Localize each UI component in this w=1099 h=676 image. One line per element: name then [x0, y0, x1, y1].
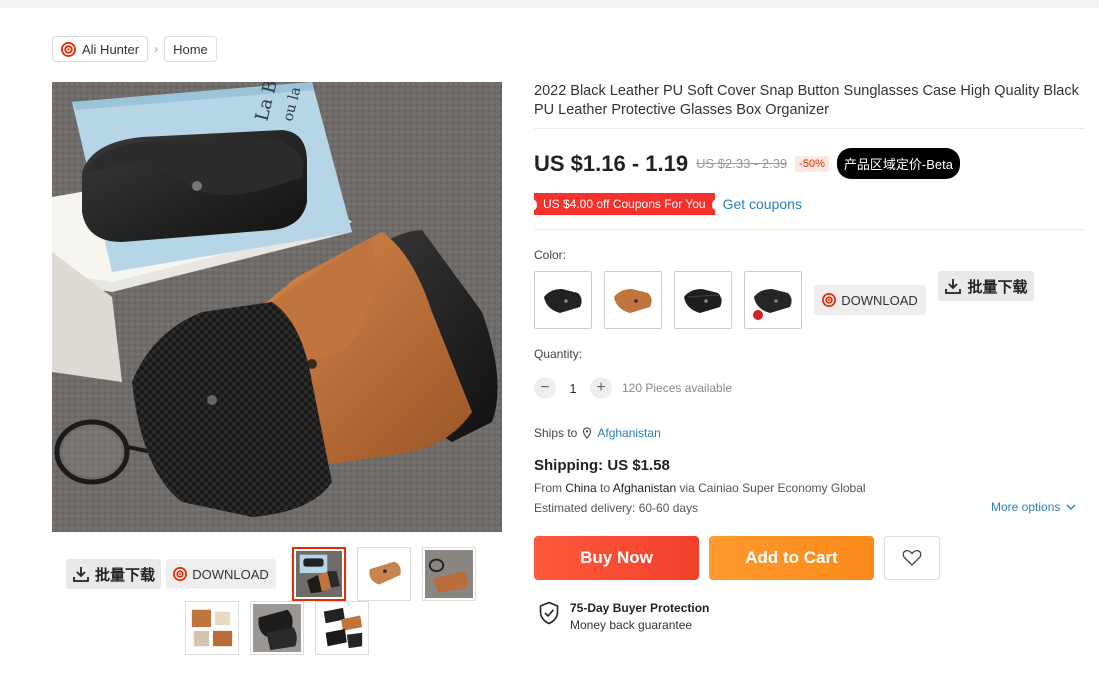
breadcrumb-ali-hunter[interactable]: Ali Hunter: [52, 36, 149, 62]
heart-icon: [902, 549, 922, 566]
bulk-download-label: 批量下载: [94, 566, 155, 584]
ali-hunter-logo-icon: [822, 293, 837, 307]
color-label: Color:: [534, 248, 567, 262]
breadcrumb-home[interactable]: Home: [164, 36, 217, 62]
ali-hunter-logo-icon: [173, 567, 188, 581]
thumbnail-image: [253, 604, 301, 652]
thumbnail-6[interactable]: [315, 601, 369, 655]
download-icon: [73, 567, 89, 582]
more-options-label: More options: [991, 500, 1061, 514]
download-label: DOWNLOAD: [192, 566, 269, 582]
quantity-stepper: − 1 + 120 Pieces available: [534, 377, 732, 399]
route-from-label: From: [534, 481, 562, 495]
route-to: Afghanistan: [612, 481, 677, 495]
ships-to: Ships to Afghanistan: [534, 426, 661, 440]
download-label: DOWNLOAD: [841, 292, 918, 308]
product-title: 2022 Black Leather PU Soft Cover Snap Bu…: [534, 83, 1079, 118]
download-icon: [945, 279, 962, 294]
quantity-decrease-button[interactable]: −: [534, 377, 556, 399]
divider: [534, 229, 1084, 230]
buyer-protection-subtitle: Money back guarantee: [570, 618, 693, 632]
main-product-image[interactable]: La Boxe ou la Vie: [52, 82, 502, 532]
route-from: China: [565, 481, 597, 495]
discount-badge: -50%: [795, 155, 829, 172]
coupon-tag: US $4.00 off Coupons For You: [531, 193, 718, 215]
product-photo: La Boxe ou la Vie: [52, 82, 502, 532]
thumbnail-image: [318, 604, 366, 652]
swatch-image: [544, 289, 582, 313]
price: US $1.16 - 1.19: [534, 150, 689, 176]
chevron-down-icon: [1066, 504, 1076, 510]
thumbnail-image: [360, 550, 408, 598]
shield-check-icon: [539, 601, 559, 625]
breadcrumb: Ali Hunter › Home: [52, 36, 217, 62]
regional-pricing-beta-badge[interactable]: 产品区域定价-Beta: [836, 148, 960, 179]
route-to-label: to: [600, 481, 611, 495]
shipping-route: From China to Afghanistan via Cainiao Su…: [534, 481, 866, 495]
color-swatch-black[interactable]: [534, 271, 592, 329]
price-row: US $1.16 - 1.19 US $2.33 - 2.39 -50% 产品区…: [534, 148, 960, 179]
color-swatch-black-carbon[interactable]: [674, 271, 732, 329]
swatch-image: [614, 289, 652, 313]
ali-hunter-logo-icon: [61, 41, 76, 57]
quantity-label: Quantity:: [534, 347, 583, 361]
bulk-download-button[interactable]: 批量下载: [66, 559, 161, 589]
original-price: US $2.33 - 2.39: [696, 156, 788, 171]
breadcrumb-label: Home: [173, 41, 208, 57]
thumbnail-3[interactable]: [422, 547, 476, 601]
location-pin-icon: [583, 427, 592, 439]
buyer-protection: 75-Day Buyer Protection Money back guara…: [538, 601, 709, 632]
swatch-image: [684, 289, 722, 313]
thumbnail-image: [425, 550, 473, 598]
wishlist-button[interactable]: [884, 536, 940, 580]
download-button[interactable]: DOWNLOAD: [814, 285, 926, 315]
top-strip: [0, 0, 1099, 8]
ships-to-country-link[interactable]: Afghanistan: [597, 426, 660, 440]
color-swatch-black-red[interactable]: [744, 271, 802, 329]
quantity-available: 120 Pieces available: [622, 381, 733, 395]
more-options-link[interactable]: More options: [991, 500, 1076, 514]
color-swatch-brown[interactable]: [604, 271, 662, 329]
thumbnail-4[interactable]: [185, 601, 239, 655]
estimated-delivery: Estimated delivery: 60-60 days: [534, 501, 699, 515]
download-button[interactable]: DOWNLOAD: [166, 559, 276, 589]
thumbnail-image: [296, 551, 342, 597]
buy-now-button[interactable]: Buy Now: [534, 536, 699, 580]
breadcrumb-label: Ali Hunter: [82, 41, 140, 57]
breadcrumb-separator: ›: [154, 42, 159, 56]
swatch-image: [753, 289, 792, 320]
quantity-value[interactable]: 1: [556, 381, 590, 396]
get-coupons-link[interactable]: Get coupons: [723, 196, 802, 212]
thumbnail-image: [188, 604, 236, 652]
thumbnail-2[interactable]: [357, 547, 411, 601]
route-via: via Cainiao Super Economy Global: [679, 481, 866, 495]
add-to-cart-button[interactable]: Add to Cart: [709, 536, 874, 580]
divider: [534, 128, 1084, 129]
coupon-row: US $4.00 off Coupons For You Get coupons: [531, 193, 802, 215]
bulk-download-label: 批量下载: [967, 278, 1028, 296]
buyer-protection-title: 75-Day Buyer Protection: [570, 601, 710, 615]
shipping-cost: Shipping: US $1.58: [534, 457, 670, 474]
thumbnail-5[interactable]: [250, 601, 304, 655]
ships-to-label: Ships to: [534, 426, 578, 440]
quantity-increase-button[interactable]: +: [590, 377, 612, 399]
bulk-download-button[interactable]: 批量下载: [938, 271, 1034, 301]
thumbnail-1[interactable]: [292, 547, 346, 601]
